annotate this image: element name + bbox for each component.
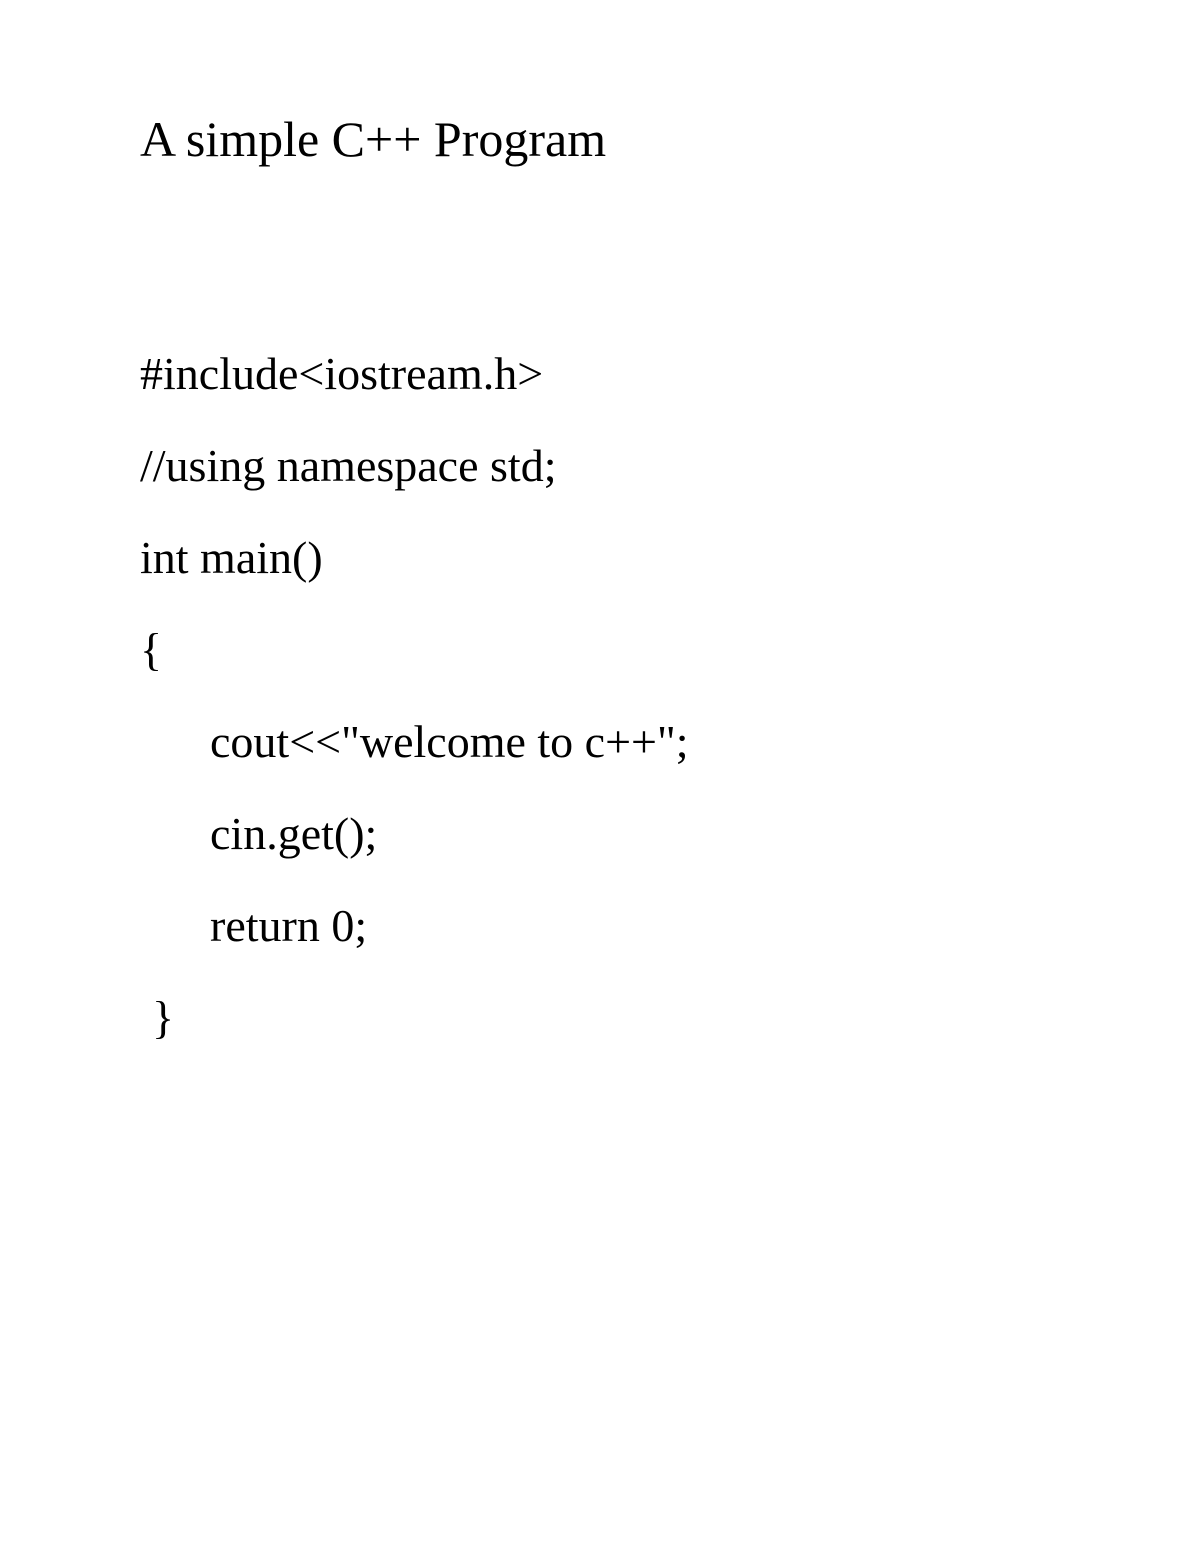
- code-line-namespace: //using namespace std;: [140, 420, 1060, 512]
- code-line-include: #include<iostream.h>: [140, 328, 1060, 420]
- code-line-cout: cout<<"welcome to c++";: [140, 696, 1060, 788]
- code-block: #include<iostream.h> //using namespace s…: [140, 328, 1060, 1064]
- code-line-close-brace: }: [140, 972, 1060, 1064]
- code-line-open-brace: {: [140, 604, 1060, 696]
- document-title: A simple C++ Program: [140, 110, 1060, 168]
- code-line-cin: cin.get();: [140, 788, 1060, 880]
- code-line-return: return 0;: [140, 880, 1060, 972]
- code-line-main: int main(): [140, 512, 1060, 604]
